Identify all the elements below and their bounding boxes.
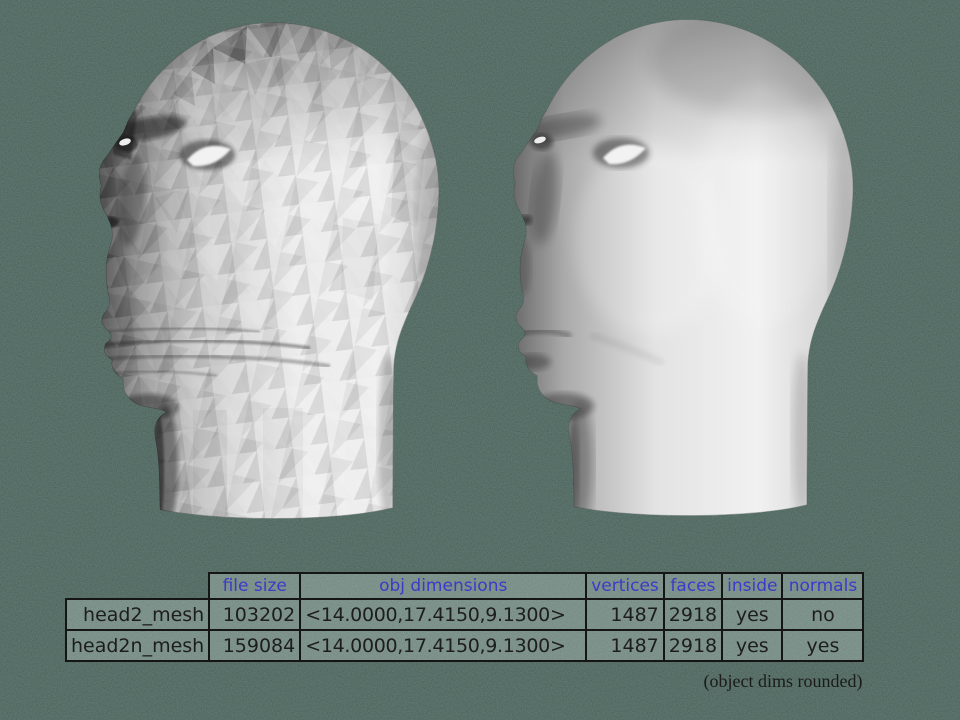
col-header-inside: inside [722, 573, 782, 599]
vertices-cell: 1487 [586, 599, 664, 630]
file-size-cell: 103202 [209, 599, 300, 630]
obj-dimensions-cell: <14.0000,17.4150,9.1300> [300, 599, 586, 630]
normals-cell: no [782, 599, 863, 630]
col-header-normals: normals [782, 573, 863, 599]
col-header-file-size: file size [209, 573, 300, 599]
inside-cell: yes [722, 599, 782, 630]
flat-shaded-head-render [90, 13, 450, 528]
table-header-row: file size obj dimensions vertices faces … [66, 573, 863, 599]
obj-dimensions-cell: <14.0000,17.4150,9.1300> [300, 630, 586, 661]
col-header-faces: faces [664, 573, 722, 599]
row-label: head2_mesh [66, 599, 209, 630]
row-label: head2n_mesh [66, 630, 209, 661]
vertices-cell: 1487 [586, 630, 664, 661]
inside-cell: yes [722, 630, 782, 661]
col-header-obj-dimensions: obj dimensions [300, 573, 586, 599]
render-comparison-page: file size obj dimensions vertices faces … [0, 0, 960, 720]
mesh-comparison-table: file size obj dimensions vertices faces … [65, 572, 864, 662]
table-row: head2_mesh 103202 <14.0000,17.4150,9.130… [66, 599, 863, 630]
faces-cell: 2918 [664, 630, 722, 661]
head-renders-figure [0, 0, 960, 545]
file-size-cell: 159084 [209, 630, 300, 661]
col-header-vertices: vertices [586, 573, 664, 599]
faces-cell: 2918 [664, 599, 722, 630]
smooth-shaded-head-render [504, 5, 869, 526]
dims-rounded-footnote: (object dims rounded) [703, 671, 863, 692]
corner-cell [66, 573, 209, 599]
normals-cell: yes [782, 630, 863, 661]
table-row: head2n_mesh 159084 <14.0000,17.4150,9.13… [66, 630, 863, 661]
